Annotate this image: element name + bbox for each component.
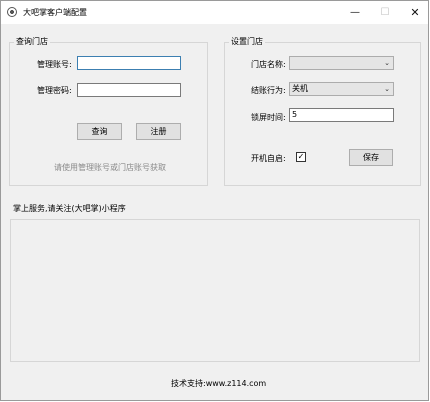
maximize-button: ☐ (380, 7, 390, 18)
tech-support-text: 技术支持:www.z114.com (171, 379, 267, 388)
save-button[interactable]: 保存 (349, 149, 393, 166)
close-button[interactable]: ✕ (400, 1, 430, 24)
info-panel (10, 219, 420, 362)
chevron-down-icon: ⌄ (384, 85, 390, 93)
autostart-label: 开机自启: (251, 154, 286, 163)
checkout-label: 结账行为: (251, 86, 286, 95)
set-store-title: 设置门店 (229, 36, 265, 47)
checkout-select[interactable]: 关机 ⌄ (289, 82, 394, 96)
store-name-label: 门店名称: (251, 60, 286, 69)
autostart-checkbox[interactable]: ✓ (296, 152, 306, 162)
title-bar[interactable]: 大吧掌客户端配置 — ☐ ✕ (1, 1, 428, 24)
query-hint: 请使用管理账号或门店账号获取 (54, 163, 166, 172)
account-input[interactable] (77, 56, 181, 70)
password-label: 管理密码: (37, 86, 72, 95)
window-title: 大吧掌客户端配置 (23, 8, 87, 17)
store-name-select[interactable]: ⌄ (289, 56, 394, 70)
lock-time-input[interactable]: 5 (289, 108, 394, 122)
panel-title: 掌上服务,请关注(大吧掌)小程序 (13, 204, 126, 213)
query-button[interactable]: 查询 (77, 123, 122, 140)
app-gear-icon (7, 7, 17, 17)
account-label: 管理账号: (37, 60, 72, 69)
checkout-value: 关机 (292, 84, 308, 93)
chevron-down-icon: ⌄ (384, 59, 390, 67)
minimize-button[interactable]: — (340, 1, 370, 24)
query-store-title: 查询门店 (14, 36, 50, 47)
password-input[interactable] (77, 83, 181, 97)
app-window: 大吧掌客户端配置 — ☐ ✕ 查询门店 管理账号: 管理密码: 查询 注册 请使… (0, 0, 429, 401)
register-button[interactable]: 注册 (136, 123, 181, 140)
lock-time-label: 锁屏时间: (251, 113, 286, 122)
